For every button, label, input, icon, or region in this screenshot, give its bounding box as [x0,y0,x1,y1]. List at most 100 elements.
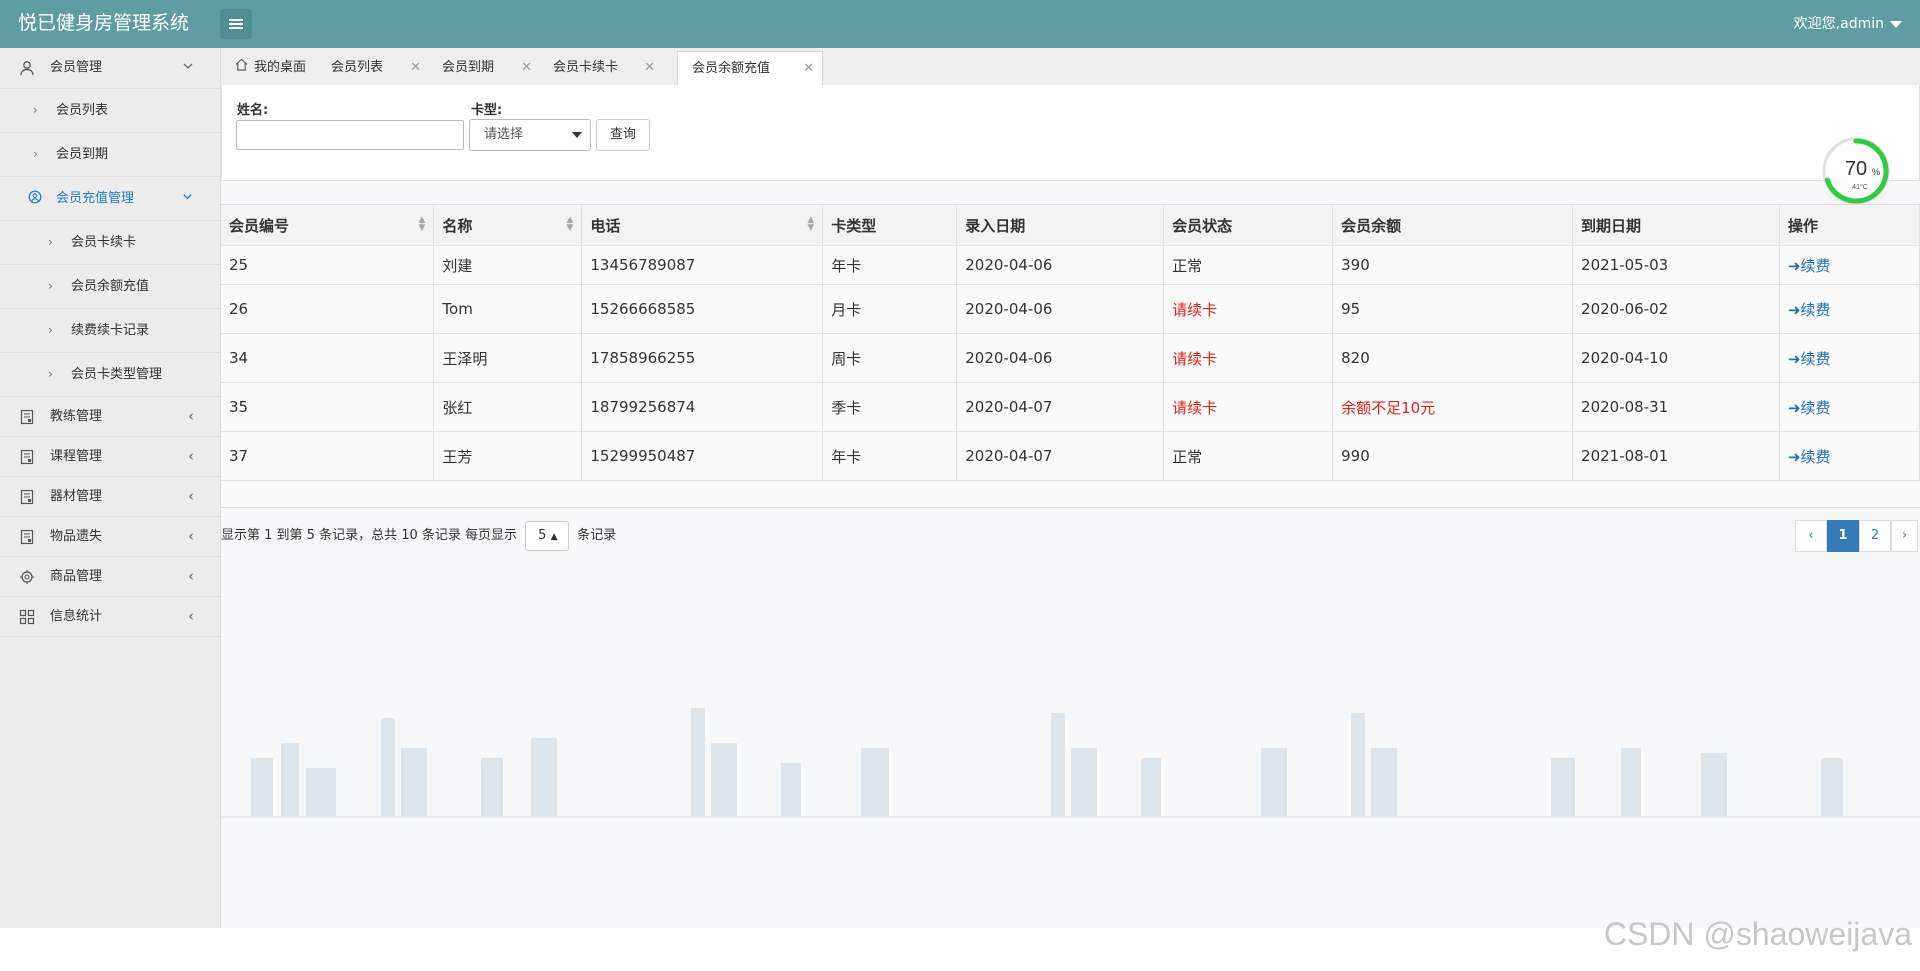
name-label: 姓名: [237,103,269,118]
sidebar-item-label: 会员到期 [56,147,109,162]
name-input[interactable] [236,120,464,150]
sidebar-item-coach-management[interactable]: 教练管理 ‹ [0,397,220,437]
menu-toggle-button[interactable] [220,9,252,39]
renew-link[interactable]: ➜续费 [1779,382,1920,432]
page-size-dropdown[interactable]: 5 ▲ [525,520,570,551]
chevron-left-icon: ‹ [188,447,194,465]
tab-balance-recharge[interactable]: 会员余额充值 ✕ [677,51,823,87]
pagination-info-suffix: 条记录 [577,528,617,543]
renew-link-label: 续费 [1800,398,1831,417]
grid-icon [19,609,35,625]
sidebar-item-label: 会员管理 [50,60,103,75]
document-icon [19,449,35,465]
close-icon[interactable]: ✕ [644,51,655,85]
tab-label: 会员到期 [442,60,495,75]
balance-cell: 820 [1332,333,1574,383]
sidebar-item-label: 课程管理 [50,449,103,464]
top-header-bar: 悦已健身房管理系统 欢迎您,admin [0,0,1920,48]
status-cell: 请续卡 [1163,284,1334,334]
tab-card-renewal[interactable]: 会员卡续卡 ✕ [539,51,663,85]
sidebar-item-label: 器材管理 [50,489,103,504]
chevron-right-icon: › [48,235,53,249]
sidebar-item-card-renewal[interactable]: › 会员卡续卡 [0,221,220,265]
page-button-2[interactable]: 2 [1859,520,1891,552]
document-icon [19,529,35,545]
column-header-label: 操作 [1787,216,1818,235]
tab-member-expiry[interactable]: 会员到期 ✕ [428,51,540,85]
column-header: 卡类型 [822,205,958,246]
sidebar-item-label: 信息统计 [50,609,103,624]
sidebar-item-statistics[interactable]: 信息统计 ‹ [0,597,220,637]
sidebar-item-member-expiry[interactable]: › 会员到期 [0,133,220,177]
user-icon [19,60,35,76]
tab-member-list[interactable]: 会员列表 ✕ [317,51,429,85]
table-cell: 2020-04-07 [956,382,1165,432]
sidebar-item-label: 会员卡续卡 [71,235,137,250]
column-header-label: 会员状态 [1172,216,1233,235]
table-cell: 2020-04-06 [956,245,1165,285]
close-icon[interactable]: ✕ [803,52,814,86]
table-cell: 年卡 [822,245,958,285]
sidebar-item-label: 会员余额充值 [71,279,150,294]
column-header[interactable]: 电话 ▲ ▼ [581,205,824,246]
tab-label: 会员余额充值 [692,61,771,76]
column-header[interactable]: 会员编号 ▲ ▼ [221,205,435,246]
query-button[interactable]: 查询 [596,119,650,151]
app-title: 悦已健身房管理系统 [18,12,190,34]
close-icon[interactable]: ✕ [410,51,421,85]
sidebar-item-label: 会员卡类型管理 [71,367,163,382]
renew-link-label: 续费 [1800,349,1831,368]
document-icon [19,409,35,425]
renew-link[interactable]: ➜续费 [1779,284,1920,334]
column-header: 会员余额 [1332,205,1574,246]
sidebar-item-course-management[interactable]: 课程管理 ‹ [0,437,220,477]
card-type-select[interactable]: 请选择 [469,119,591,151]
column-header-label: 到期日期 [1581,216,1642,235]
table-cell: 34 [221,333,435,383]
table-cell: 35 [221,382,435,432]
sidebar-item-member-list[interactable]: › 会员列表 [0,89,220,133]
renew-link-label: 续费 [1800,447,1831,466]
hamburger-icon-line [229,27,243,29]
renew-link[interactable]: ➜续费 [1779,333,1920,383]
arrow-right-icon: ➜ [1787,349,1801,368]
sidebar-item-recharge-management[interactable]: 会员充值管理 [0,177,220,221]
arrow-right-icon: ➜ [1787,256,1801,275]
gear-icon [19,569,35,585]
renew-link[interactable]: ➜续费 [1779,431,1920,481]
chevron-left-icon: ‹ [188,567,194,585]
sidebar-item-renewal-records[interactable]: › 续费续卡记录 [0,309,220,353]
sidebar-item-equipment-management[interactable]: 器材管理 ‹ [0,477,220,517]
tab-label: 会员卡续卡 [553,60,619,75]
column-header: 操作 [1779,205,1920,246]
tab-my-desktop[interactable]: 我的桌面 [221,51,331,85]
sidebar-item-lost-items[interactable]: 物品遗失 ‹ [0,517,220,557]
document-icon [19,489,35,505]
renew-link[interactable]: ➜续费 [1779,245,1920,285]
table-cell: 2020-04-10 [1572,333,1780,383]
table-row: 35 张红 18799256874 季卡 2020-04-07 请续卡 余额不足… [221,382,1920,432]
sidebar-item-balance-recharge[interactable]: › 会员余额充值 [0,265,220,309]
sidebar-item-card-type-management[interactable]: › 会员卡类型管理 [0,353,220,397]
home-icon [235,51,248,85]
pagination-info: 显示第 1 到第 5 条记录，总共 10 条记录 每页显示 5 ▲ 条记录 [221,520,616,552]
member-table: 会员编号 ▲ ▼ 名称 ▲ ▼ 电话 ▲ ▼ 卡类型 录入日期 会员状态 会员余额 到期日期… [221,205,1920,481]
chevron-right-icon: › [48,323,53,337]
balance-cell: 390 [1332,245,1574,285]
page-size-value: 5 [538,527,547,543]
prev-page-button[interactable]: ‹ [1795,520,1827,552]
sidebar-item-product-management[interactable]: 商品管理 ‹ [0,557,220,597]
table-cell: 18799256874 [581,382,824,432]
user-menu[interactable]: 欢迎您,admin [1794,0,1902,48]
close-icon[interactable]: ✕ [521,51,532,85]
column-header-label: 录入日期 [965,216,1026,235]
next-page-button[interactable]: › [1891,520,1918,552]
sidebar-item-member-management[interactable]: 会员管理 [0,48,220,89]
caret-up-icon: ▲ [550,531,558,542]
column-header[interactable]: 名称 ▲ ▼ [433,205,583,246]
status-cell: 请续卡 [1163,333,1334,383]
status-cell: 请续卡 [1163,382,1334,432]
cityscape-background [221,708,1920,818]
page-button-1[interactable]: 1 [1827,520,1859,552]
balance-cell: 余额不足10元 [1332,382,1574,432]
